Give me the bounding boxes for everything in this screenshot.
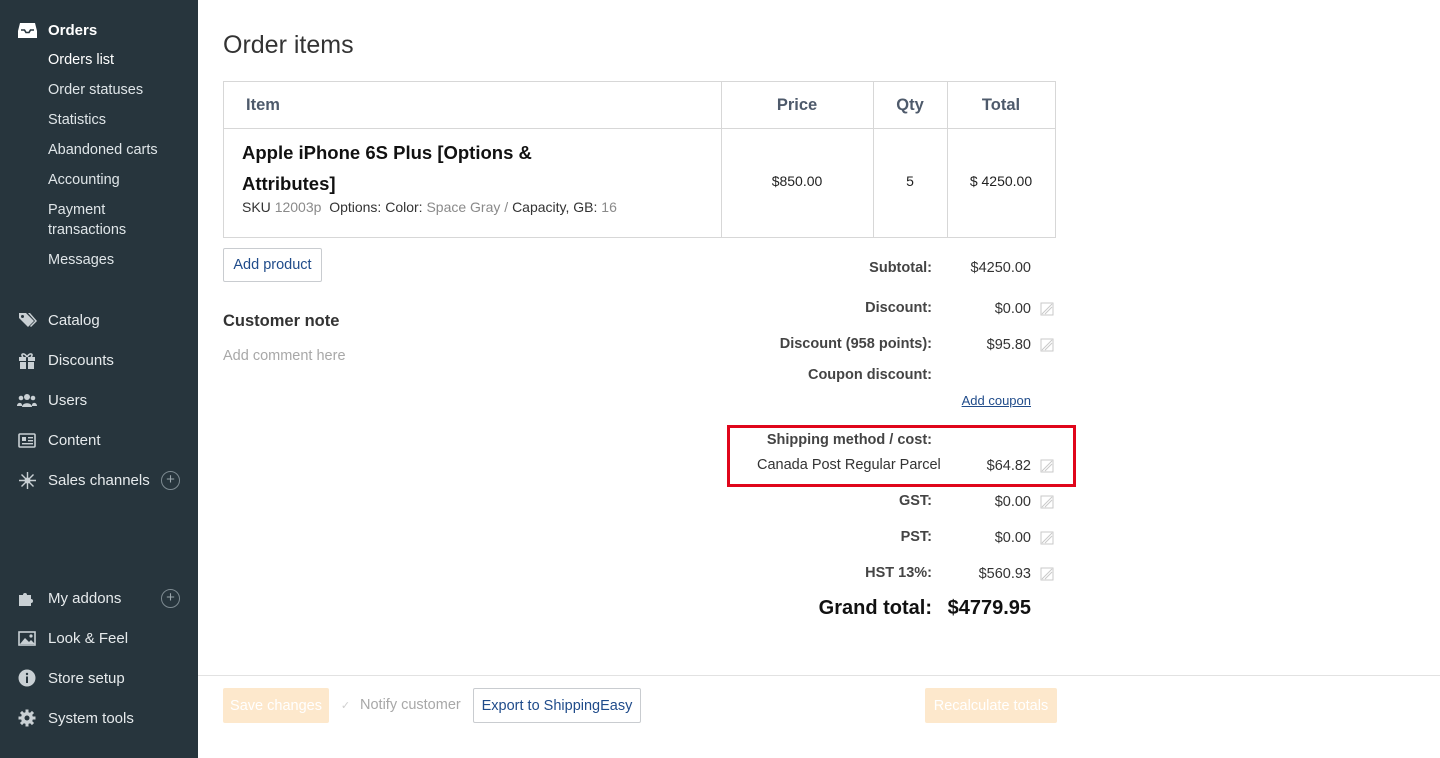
sidebar-item-label: Discounts [48, 351, 114, 369]
sidebar-subitem-statistics[interactable]: Statistics [48, 110, 106, 130]
sidebar-item-label: System tools [48, 709, 134, 727]
sidebar-item-my-addons[interactable]: My addons + [0, 588, 198, 608]
column-header-total: Total [947, 82, 1055, 129]
hst-value: $560.93 [978, 566, 1031, 582]
tags-icon [17, 310, 37, 330]
sidebar-item-look-and-feel[interactable]: Look & Feel [0, 628, 198, 648]
subtotal-label: Subtotal: [869, 260, 932, 276]
edit-shipping-icon[interactable] [1040, 459, 1054, 473]
sidebar-item-content[interactable]: Content [0, 430, 198, 450]
info-icon [17, 668, 37, 688]
sidebar-subitem-payment-transactions[interactable]: Payment transactions [48, 200, 126, 240]
pst-label: PST: [900, 529, 932, 545]
network-icon [17, 470, 37, 490]
sidebar-item-label: My addons [48, 589, 122, 607]
column-header-item: Item [224, 82, 721, 129]
subtotal-value: $4250.00 [970, 260, 1031, 276]
sidebar-subitem-messages[interactable]: Messages [48, 250, 114, 270]
sidebar-item-catalog[interactable]: Catalog [0, 310, 198, 330]
sidebar-item-orders[interactable]: Orders [0, 20, 198, 40]
sidebar-item-sales-channels[interactable]: Sales channels + [0, 470, 198, 490]
points-discount-value: $95.80 [986, 337, 1031, 353]
add-coupon-link[interactable]: Add coupon [962, 393, 1031, 408]
sidebar-subitem-abandoned-carts[interactable]: Abandoned carts [48, 140, 158, 160]
capacity-value: 16 [601, 199, 617, 215]
edit-points-discount-icon[interactable] [1040, 338, 1054, 352]
edit-gst-icon[interactable] [1040, 495, 1054, 509]
product-name-link[interactable]: Apple iPhone 6S Plus [Options & Attribut… [242, 137, 562, 199]
column-header-price: Price [721, 82, 873, 129]
sidebar-subitem-label: transactions [48, 222, 127, 238]
points-discount-label: Discount (958 points): [779, 336, 932, 352]
sidebar-item-discounts[interactable]: Discounts [0, 350, 198, 370]
column-divider [721, 82, 722, 237]
product-meta: SKU 12003p Options: Color: Space Gray / … [242, 199, 617, 215]
sku-label: SKU [242, 199, 271, 215]
shipping-method-name: Canada Post Regular Parcel [757, 457, 941, 473]
shipping-label: Shipping method / cost: [766, 432, 932, 448]
item-price[interactable]: $850.00 [721, 173, 873, 189]
sidebar-subitem-accounting[interactable]: Accounting [48, 170, 120, 190]
notify-customer-label: Notify customer [360, 697, 461, 713]
discount-value: $0.00 [994, 301, 1031, 317]
sku-value: 12003p [274, 199, 322, 215]
options-separator: / [504, 199, 509, 215]
sidebar-item-label: Store setup [48, 669, 125, 687]
users-icon [17, 390, 37, 410]
add-sales-channel-plus-icon[interactable]: + [161, 470, 180, 490]
sidebar-subitem-order-statuses[interactable]: Order statuses [48, 80, 143, 100]
sidebar-item-system-tools[interactable]: System tools [0, 708, 198, 728]
column-header-qty: Qty [873, 82, 947, 129]
discount-label: Discount: [865, 300, 932, 316]
customer-note-input[interactable]: Add comment here [223, 348, 346, 364]
pst-value: $0.00 [994, 530, 1031, 546]
edit-hst-icon[interactable] [1040, 567, 1054, 581]
coupon-discount-label: Coupon discount: [807, 367, 932, 383]
save-changes-button[interactable]: Save changes [223, 688, 329, 723]
page-title: Order items [223, 31, 354, 59]
sidebar-item-label: Catalog [48, 311, 100, 329]
column-divider [873, 82, 874, 237]
capacity-label: Capacity, GB: [512, 199, 598, 215]
gear-icon [17, 708, 37, 728]
sidebar-item-label: Look & Feel [48, 629, 129, 647]
options-label: Options: Color: [329, 199, 423, 215]
edit-discount-icon[interactable] [1040, 302, 1054, 316]
sidebar-item-label: Content [48, 431, 101, 449]
edit-pst-icon[interactable] [1040, 531, 1054, 545]
orders-inbox-icon [17, 20, 37, 40]
sidebar-item-label: Sales channels [48, 471, 150, 489]
image-icon [17, 628, 37, 648]
column-divider [947, 82, 948, 237]
gst-label: GST: [898, 493, 932, 509]
sidebar-item-store-setup[interactable]: Store setup [0, 668, 198, 688]
sidebar-item-label: Users [48, 391, 88, 409]
main-content: Order items Item Price Qty Total Apple i… [198, 0, 1440, 758]
add-addon-plus-icon[interactable]: + [161, 588, 180, 608]
sidebar-item-label: Orders [48, 21, 98, 39]
sidebar-item-users[interactable]: Users [0, 390, 198, 410]
item-qty[interactable]: 5 [873, 173, 947, 189]
item-total: $ 4250.00 [969, 173, 1033, 189]
hst-label: HST 13%: [865, 565, 932, 581]
shipping-cost-value: $64.82 [986, 458, 1031, 474]
grand-total-value: $4779.95 [947, 597, 1031, 619]
footer-divider [198, 675, 1440, 676]
order-items-table: Item Price Qty Total Apple iPhone 6S Plu… [223, 81, 1056, 238]
sidebar-subitem-label: Payment [48, 202, 106, 218]
newspaper-icon [17, 430, 37, 450]
export-shippingeasy-button[interactable]: Export to ShippingEasy [473, 688, 641, 723]
puzzle-icon [17, 588, 37, 608]
sidebar: Orders Orders list Order statuses Statis… [0, 0, 198, 758]
color-value: Space Gray [426, 199, 501, 215]
checkmark-icon: ✓ [340, 699, 351, 712]
gst-value: $0.00 [994, 494, 1031, 510]
customer-note-title: Customer note [223, 312, 340, 330]
grand-total-label: Grand total: [818, 597, 932, 619]
notify-customer-checkbox[interactable]: ✓ Notify customer [339, 697, 461, 713]
recalculate-totals-button[interactable]: Recalculate totals [925, 688, 1057, 723]
sidebar-subitem-orders-list[interactable]: Orders list [48, 50, 114, 70]
gift-icon [17, 350, 37, 370]
add-product-button[interactable]: Add product [223, 248, 322, 282]
